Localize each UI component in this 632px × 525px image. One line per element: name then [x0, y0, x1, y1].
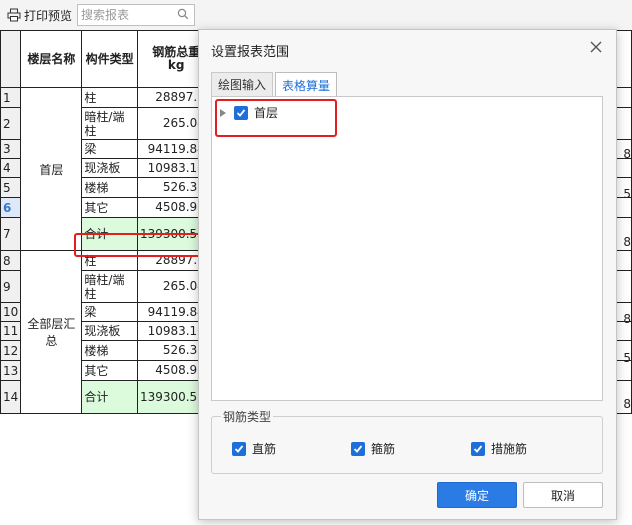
checkbox-checked-icon[interactable]: [234, 105, 248, 120]
type-cell[interactable]: 楼梯: [81, 177, 138, 198]
row-number[interactable]: 5: [0, 177, 22, 198]
row-number[interactable]: 13: [0, 360, 22, 381]
row-number[interactable]: 9: [0, 270, 22, 303]
type-cell[interactable]: 现浇板: [81, 158, 138, 178]
row-number[interactable]: 4: [0, 158, 22, 178]
dialog-title: 设置报表范围: [211, 45, 290, 60]
toolbar-left: 打印预览: [0, 4, 196, 26]
checkbox-checked-icon[interactable]: [471, 441, 485, 456]
row-number[interactable]: 14: [0, 380, 22, 414]
search-icon[interactable]: [177, 8, 189, 23]
check-label: 箍筋: [371, 442, 396, 456]
type-cell[interactable]: 其它: [81, 197, 138, 218]
header-floor[interactable]: 楼层名称: [20, 30, 83, 88]
row-number[interactable]: 8: [0, 250, 22, 271]
check-label: 措施筋: [491, 442, 528, 456]
type-cell[interactable]: 梁: [81, 139, 138, 159]
check-measure-bar[interactable]: 措施筋: [471, 440, 527, 457]
toolbar: 打印预览: [0, 0, 632, 30]
type-cell[interactable]: 合计: [81, 217, 138, 251]
floor-cell[interactable]: 全部层汇总: [20, 250, 83, 414]
checkbox-checked-icon[interactable]: [351, 441, 365, 456]
dialog-tabs: 绘图输入 表格算量: [211, 72, 339, 97]
floor-cell[interactable]: 首层: [20, 87, 83, 251]
ok-button[interactable]: 确定: [437, 482, 517, 508]
type-cell[interactable]: 暗柱/端柱: [81, 270, 138, 303]
close-icon: [590, 41, 602, 56]
row-number[interactable]: 10: [0, 302, 22, 322]
checkbox-checked-icon[interactable]: [232, 441, 246, 456]
type-cell[interactable]: 柱: [81, 250, 138, 271]
row-number[interactable]: 11: [0, 321, 22, 341]
check-label: 直筋: [252, 442, 277, 456]
tree-node-label: 首层: [254, 106, 279, 120]
type-cell[interactable]: 梁: [81, 302, 138, 322]
expand-arrow-icon[interactable]: [220, 108, 228, 117]
tab-table-quantity[interactable]: 表格算量: [275, 72, 338, 97]
row-number-selected[interactable]: 6: [0, 197, 22, 218]
type-cell[interactable]: 楼梯: [81, 340, 138, 361]
row-number[interactable]: 3: [0, 139, 22, 159]
row-number[interactable]: 7: [0, 217, 22, 251]
search-input[interactable]: [81, 8, 178, 22]
type-cell[interactable]: 现浇板: [81, 321, 138, 341]
rebar-type-label: 钢筋类型: [221, 408, 274, 425]
type-cell[interactable]: 暗柱/端柱: [81, 107, 138, 140]
row-number[interactable]: 1: [0, 87, 22, 108]
print-preview-label: 打印预览: [24, 8, 73, 23]
corner-cell: [0, 30, 22, 88]
check-stirrup[interactable]: 箍筋: [351, 440, 395, 457]
report-range-dialog: 设置报表范围 绘图输入 表格算量 首层 直筋 箍筋 措施筋 钢筋类型 确定 取消: [198, 29, 617, 520]
row-number[interactable]: 12: [0, 340, 22, 361]
type-cell[interactable]: 合计: [81, 380, 138, 414]
header-weight-line1: 钢筋总重: [152, 45, 201, 59]
type-cell[interactable]: 柱: [81, 87, 138, 108]
tab-drawing-input[interactable]: 绘图输入: [211, 72, 274, 96]
search-box[interactable]: [77, 4, 196, 26]
header-weight-line2: kg: [167, 58, 185, 72]
tree-node-first-floor[interactable]: 首层: [220, 104, 278, 121]
row-number[interactable]: 2: [0, 107, 22, 140]
print-preview-button[interactable]: 打印预览: [4, 7, 75, 24]
type-cell[interactable]: 其它: [81, 360, 138, 381]
report-window: 打印预览 楼层名称 构件类型 钢筋总重kg: [0, 0, 632, 525]
header-type[interactable]: 构件类型: [81, 30, 138, 88]
check-straight-bar[interactable]: 直筋: [232, 440, 276, 457]
floor-tree-panel: 首层: [211, 96, 603, 401]
printer-icon: [7, 8, 21, 22]
cancel-button[interactable]: 取消: [523, 482, 603, 508]
close-button[interactable]: [586, 38, 606, 58]
